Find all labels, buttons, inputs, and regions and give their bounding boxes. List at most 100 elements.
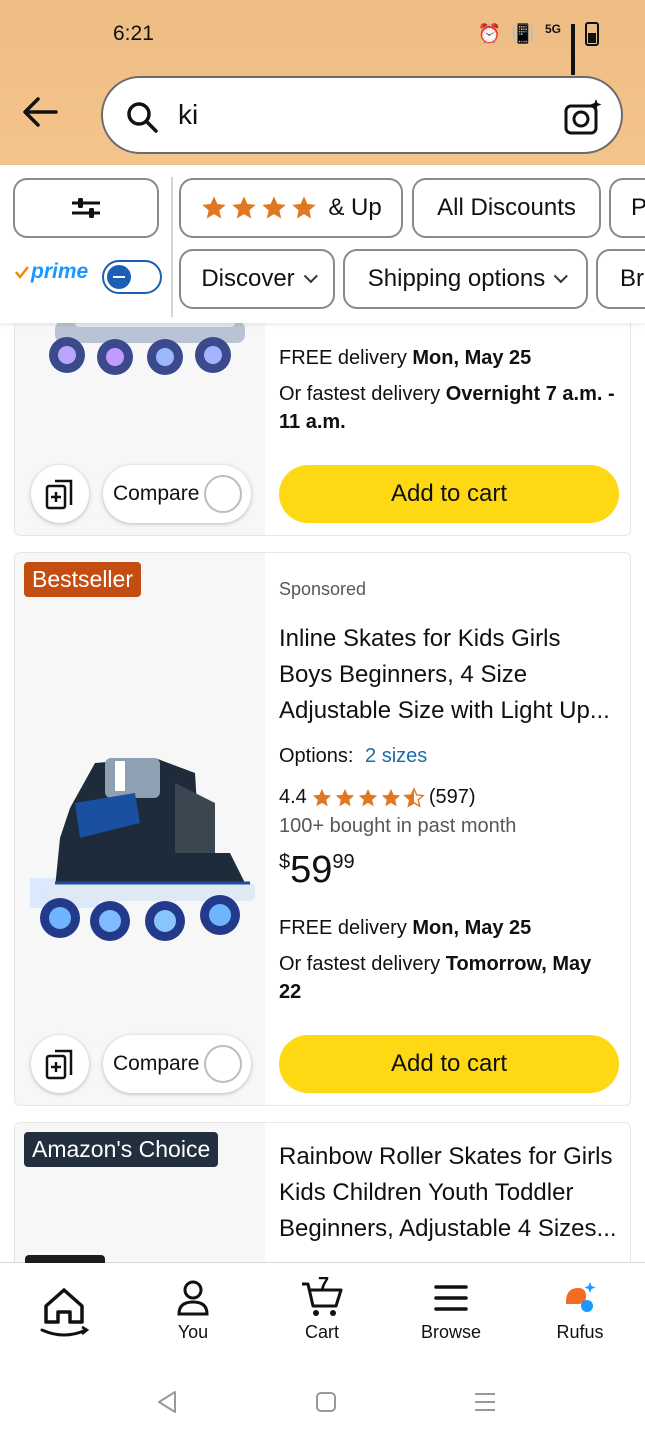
- partial-chip-label: P: [631, 194, 645, 221]
- recents-lines-icon[interactable]: [472, 1389, 498, 1415]
- sponsored-label: Sponsored: [279, 579, 367, 599]
- nav-home[interactable]: [9, 1278, 119, 1342]
- add-to-cart-button[interactable]: Add to cart: [279, 465, 619, 523]
- product-title[interactable]: Inline Skates for Kids Girls Boys Beginn…: [279, 621, 619, 729]
- product-title[interactable]: Rainbow Roller Skates for Girls Kids Chi…: [279, 1139, 619, 1247]
- chevron-down-icon: [303, 269, 318, 284]
- discounts-chip-label: All Discounts: [437, 194, 576, 221]
- prime-label: prime: [31, 260, 89, 283]
- filter-settings-button[interactable]: [13, 178, 159, 238]
- nav-you[interactable]: You: [138, 1278, 248, 1343]
- delivery-free-prefix: FREE delivery: [279, 347, 413, 369]
- copy-button[interactable]: [31, 465, 89, 523]
- search-input[interactable]: ki: [101, 76, 623, 154]
- options-link[interactable]: 2 sizes: [365, 745, 427, 767]
- add-to-cart-label: Add to cart: [390, 480, 508, 507]
- active-tab-indicator: [25, 1255, 105, 1263]
- back-triangle-icon[interactable]: [155, 1389, 179, 1415]
- network-label: 5G: [544, 22, 561, 36]
- nav-cart-label: Cart: [304, 1322, 339, 1342]
- compare-toggle[interactable]: Compare: [103, 465, 251, 523]
- filter-partial-chip-2[interactable]: Br: [596, 249, 645, 309]
- compare-toggle[interactable]: Compare: [103, 1035, 251, 1093]
- copy-add-icon: [45, 479, 73, 510]
- nav-rufus-label: Rufus: [556, 1322, 604, 1342]
- bestseller-badge: Bestseller: [24, 562, 141, 597]
- prime-toggle[interactable]: [102, 260, 162, 294]
- price-fraction: 99: [332, 851, 355, 873]
- camera-search-icon[interactable]: [563, 97, 603, 137]
- rating-chip-label: & Up: [328, 194, 382, 221]
- compare-radio[interactable]: [204, 475, 242, 513]
- price-symbol: $: [279, 851, 291, 873]
- bought-count: 100+ bought in past month: [279, 815, 517, 837]
- filter-discounts-chip[interactable]: All Discounts: [412, 178, 601, 238]
- filter-discover-chip[interactable]: Discover: [179, 249, 335, 309]
- prime-toggle-row: prime: [14, 260, 88, 284]
- cart-count: 7: [318, 1274, 330, 1296]
- four-stars-icon: [200, 194, 318, 222]
- header: 6:21 ⏰ 📳 5G ki: [0, 0, 645, 165]
- prime-check-icon: [15, 266, 29, 280]
- rating-value: 4.4: [279, 786, 307, 808]
- status-bar: 6:21 ⏰ 📳 5G: [0, 0, 645, 75]
- product-card[interactable]: Amazon's Choice Rainbow Roller Skates fo…: [14, 1122, 631, 1272]
- rufus-icon: [566, 1282, 596, 1312]
- nav-cart[interactable]: 7 Cart: [267, 1274, 377, 1343]
- nav-browse[interactable]: Browse: [396, 1278, 506, 1343]
- cart-icon: 7: [300, 1274, 344, 1318]
- person-icon: [177, 1280, 209, 1316]
- product-card[interactable]: Bestseller Sponsored Inline Skates for K…: [14, 552, 631, 1106]
- signal-icon: [571, 24, 575, 75]
- vibrate-icon: 📳: [511, 24, 535, 45]
- sliders-icon: [72, 198, 100, 218]
- filter-bar: & Up All Discounts P prime Discover Ship…: [0, 165, 645, 323]
- amazons-choice-badge: Amazon's Choice: [24, 1132, 219, 1167]
- options-label: Options:: [279, 745, 354, 767]
- status-icons: ⏰ 📳 5G: [477, 22, 599, 75]
- home-icon: [40, 1288, 90, 1337]
- delivery-fast-prefix: Or fastest delivery: [279, 953, 446, 975]
- nav-you-label: You: [177, 1322, 209, 1342]
- menu-icon: [434, 1285, 468, 1311]
- partial-chip-label-2: Br: [620, 265, 644, 292]
- delivery-fastest: Or fastest delivery Overnight 7 a.m. - 1…: [279, 380, 619, 436]
- status-time: 6:21: [113, 22, 154, 45]
- delivery-free-date: Mon, May 25: [412, 347, 532, 369]
- prime-toggle-knob: [107, 265, 131, 289]
- search-query: ki: [178, 99, 199, 130]
- price-whole: 59: [290, 849, 333, 891]
- rating-row[interactable]: 4.4 (597): [279, 786, 476, 809]
- compare-label: Compare: [113, 482, 200, 505]
- review-count: (597): [428, 786, 476, 808]
- copy-add-icon: [45, 1049, 73, 1080]
- filter-partial-chip[interactable]: P: [609, 178, 645, 238]
- compare-label: Compare: [113, 1052, 200, 1075]
- nav-rufus[interactable]: Rufus: [525, 1278, 635, 1343]
- alarm-icon: ⏰: [477, 24, 502, 45]
- product-image[interactable]: [15, 553, 265, 1105]
- price: $5999: [279, 849, 355, 892]
- delivery-free: FREE delivery Mon, May 25: [279, 344, 619, 372]
- filter-rating-chip[interactable]: & Up: [179, 178, 403, 238]
- home-square-icon[interactable]: [314, 1389, 338, 1415]
- delivery-fast-prefix: Or fastest delivery: [279, 383, 446, 405]
- back-arrow-icon[interactable]: [20, 92, 60, 132]
- copy-button[interactable]: [31, 1035, 89, 1093]
- bottom-nav: You 7 Cart Browse Rufus: [0, 1255, 645, 1367]
- rating-stars-icon: [311, 786, 425, 809]
- search-icon: [127, 102, 158, 133]
- delivery-free: FREE delivery Mon, May 25: [279, 914, 619, 942]
- delivery-free-prefix: FREE delivery: [279, 917, 413, 939]
- nav-browse-label: Browse: [420, 1322, 482, 1342]
- add-to-cart-button[interactable]: Add to cart: [279, 1035, 619, 1093]
- delivery-free-date: Mon, May 25: [412, 917, 532, 939]
- filter-shipping-chip[interactable]: Shipping options: [343, 249, 588, 309]
- filter-divider: [171, 177, 173, 317]
- delivery-fastest: Or fastest delivery Tomorrow, May 22: [279, 950, 619, 1006]
- add-to-cart-label: Add to cart: [390, 1050, 508, 1077]
- discover-chip-label: Discover: [201, 265, 295, 292]
- system-nav-bar: [0, 1367, 645, 1440]
- chevron-down-icon: [553, 269, 569, 284]
- compare-radio[interactable]: [204, 1045, 242, 1083]
